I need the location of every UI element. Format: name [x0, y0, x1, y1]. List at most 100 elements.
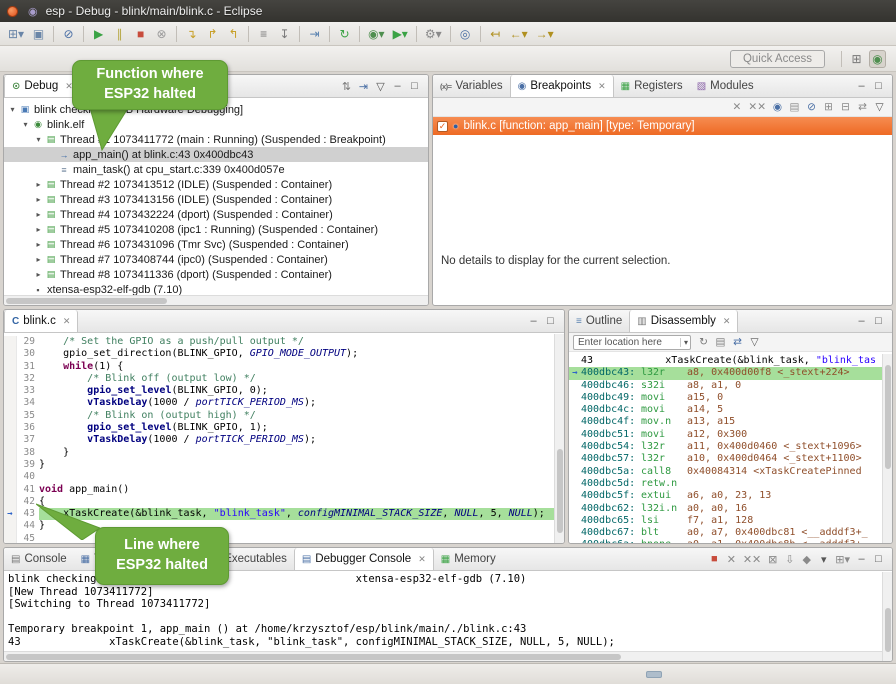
minimize-icon[interactable]: ‒	[854, 550, 869, 568]
code-line[interactable]: 32 /* Blink off (output low) */	[4, 373, 554, 385]
location-input[interactable]: Enter location here ▾	[573, 335, 691, 350]
clear-console-icon[interactable]: ⊠	[765, 550, 780, 568]
resize-grip[interactable]	[646, 671, 662, 678]
expander-icon[interactable]: ▸	[33, 210, 44, 219]
disassembly-vertical-scrollbar[interactable]	[882, 354, 892, 543]
step-return-icon[interactable]: ↰	[225, 25, 242, 43]
expander-icon[interactable]: ▸	[33, 270, 44, 279]
show-breakpoints-supported-icon[interactable]: ◉	[770, 100, 785, 115]
tab-outline[interactable]: ≡Outline	[569, 310, 629, 332]
step-over-icon[interactable]: ↱	[204, 25, 221, 43]
scrollbar-thumb[interactable]	[885, 365, 891, 469]
tab-blink-c[interactable]: Cblink.c✕	[4, 310, 78, 332]
quick-access-button[interactable]: Quick Access	[730, 50, 825, 68]
combo-dropdown-icon[interactable]: ▾	[680, 338, 688, 347]
code-line[interactable]: 31 while(1) {	[4, 361, 554, 373]
code-line[interactable]: 36 gpio_set_level(BLINK_GPIO, 1);	[4, 422, 554, 434]
expander-icon[interactable]: ▾	[33, 135, 44, 144]
skip-all-breakpoints-icon[interactable]: ⊘	[804, 100, 819, 115]
minimize-icon[interactable]: ‒	[854, 77, 869, 95]
tab-disassembly[interactable]: ▥Disassembly✕	[629, 310, 738, 332]
link-with-debug-icon[interactable]: ⇄	[855, 100, 870, 115]
code-line[interactable]: 35 /* Blink on (output high) */	[4, 410, 554, 422]
restart-icon[interactable]: ↻	[336, 25, 353, 43]
save-icon[interactable]: ▣	[30, 25, 47, 43]
maximize-icon[interactable]: □	[871, 312, 886, 330]
expander-icon[interactable]: ▸	[33, 180, 44, 189]
scrollbar-thumb[interactable]	[6, 654, 621, 660]
close-icon[interactable]: ✕	[598, 81, 606, 92]
console-horizontal-scrollbar[interactable]	[4, 651, 882, 661]
tab-modules[interactable]: ▧Modules	[690, 75, 761, 97]
view-menu-icon[interactable]: ▽	[872, 100, 887, 115]
code-line[interactable]: 38 }	[4, 447, 554, 459]
remove-breakpoint-icon[interactable]: ✕	[729, 100, 744, 115]
disassembly-line[interactable]: →400dbc43:l32ra8, 0x400d00f8 <_stext+224…	[569, 367, 882, 379]
collapse-all-icon[interactable]: ⊟	[838, 100, 853, 115]
disassembly-line[interactable]: 400dbc65:lsif7, a1, 128	[569, 515, 882, 527]
expander-icon[interactable]: ▾	[7, 105, 18, 114]
console-vertical-scrollbar[interactable]	[882, 572, 892, 661]
debug-horizontal-scrollbar[interactable]	[4, 295, 428, 305]
tab-memory[interactable]: ▦Memory	[434, 548, 503, 570]
debug-tree-item[interactable]: ▾▤Thread #1 1073411772 (main : Running) …	[4, 132, 428, 147]
debug-tree-item[interactable]: ▸▤Thread #6 1073431096 (Tmr Svc) (Suspen…	[4, 237, 428, 252]
disassembly-line[interactable]: 43 xTaskCreate(&blink_task, "blink_tas	[569, 355, 882, 367]
external-tools-icon[interactable]: ⚙▾	[423, 25, 444, 43]
resume-icon[interactable]: ▶	[90, 25, 107, 43]
debug-icon[interactable]: ◉▾	[366, 25, 387, 43]
close-icon[interactable]: ✕	[723, 316, 731, 327]
disassembly-line[interactable]: 400dbc5f:extuia6, a0, 23, 13	[569, 490, 882, 502]
scrollbar-thumb[interactable]	[557, 449, 563, 533]
disassembly-line[interactable]: 400dbc46:s32ia8, a1, 0	[569, 380, 882, 392]
remove-all-terminated-icon[interactable]: ✕✕	[741, 550, 763, 568]
last-edit-location-icon[interactable]: ↤	[487, 25, 504, 43]
open-perspective-icon[interactable]: ⊞	[848, 50, 865, 68]
window-close-button[interactable]	[7, 6, 18, 17]
show-source-icon[interactable]: ▤	[713, 335, 728, 350]
debug-tree-item[interactable]: ▸▤Thread #5 1073410208 (ipc1 : Running) …	[4, 222, 428, 237]
step-filters-icon[interactable]: ⇥	[356, 77, 371, 95]
code-line[interactable]: 34 vTaskDelay(1000 / portTICK_PERIOD_MS)…	[4, 397, 554, 409]
disassembly-line[interactable]: 400dbc62:l32i.na0, a0, 16	[569, 503, 882, 515]
debug-tree-item[interactable]: ▪xtensa-esp32-elf-gdb (7.10)	[4, 282, 428, 295]
disassembly-line[interactable]: 400dbc54:l32ra11, 0x400d0460 <_stext+109…	[569, 441, 882, 453]
open-console-icon[interactable]: ⊞▾	[833, 550, 852, 568]
code-line[interactable]: 29 /* Set the GPIO as a push/pull output…	[4, 336, 554, 348]
disassembly-line[interactable]: 400dbc4c:movia14, 5	[569, 404, 882, 416]
remove-all-breakpoints-icon[interactable]: ✕✕	[746, 100, 768, 115]
maximize-icon[interactable]: □	[871, 77, 886, 95]
run-icon[interactable]: ▶▾	[391, 25, 410, 43]
debug-tree-item[interactable]: ▸▤Thread #8 1073411336 (dport) (Suspende…	[4, 267, 428, 282]
disassembly-line[interactable]: 400dbc49:movia15, 0	[569, 392, 882, 404]
remove-launch-icon[interactable]: ✕	[724, 550, 739, 568]
view-menu-icon[interactable]: ▽	[747, 335, 762, 350]
terminate-icon[interactable]: ■	[707, 550, 722, 568]
disassembly-line[interactable]: 400dbc67:blta0, a7, 0x400dbc81 <__adddf3…	[569, 527, 882, 539]
disassembly-line[interactable]: 400dbc5a:call80x40084314 <xTaskCreatePin…	[569, 466, 882, 478]
minimize-icon[interactable]: ‒	[854, 312, 869, 330]
tab-debugger-console[interactable]: ▤Debugger Console✕	[294, 548, 434, 570]
expander-icon[interactable]: ▾	[20, 120, 31, 129]
debug-tree-item[interactable]: →app_main() at blink.c:43 0x400dbc43	[4, 147, 428, 162]
code-line[interactable]: 30 gpio_set_direction(BLINK_GPIO, GPIO_M…	[4, 348, 554, 360]
refresh-icon[interactable]: ↻	[696, 335, 711, 350]
debug-tree-item[interactable]: ▸▤Thread #3 1073413156 (IDLE) (Suspended…	[4, 192, 428, 207]
disassembly-listing[interactable]: 43 xTaskCreate(&blink_task, "blink_tas→4…	[569, 354, 882, 543]
minimize-icon[interactable]: ‒	[526, 312, 541, 330]
sync-with-active-context-icon[interactable]: ⇄	[730, 335, 745, 350]
tab-debug[interactable]: ⊙Debug✕	[4, 75, 81, 97]
suspend-icon[interactable]: ∥	[111, 25, 128, 43]
debug-tree-item[interactable]: ▸▤Thread #2 1073413512 (IDLE) (Suspended…	[4, 177, 428, 192]
disassembly-line[interactable]: 400dbc5d:retw.n	[569, 478, 882, 490]
code-line[interactable]: 41void app_main()	[4, 484, 554, 496]
code-line[interactable]: 39}	[4, 459, 554, 471]
view-menu-icon[interactable]: ▽	[373, 77, 388, 95]
instruction-stepping-icon[interactable]: ≡	[255, 25, 272, 43]
new-wizard-icon[interactable]: ⊞▾	[6, 25, 26, 43]
collapse-all-icon[interactable]: ⇅	[339, 77, 354, 95]
tab-console[interactable]: ▤Console	[4, 548, 74, 570]
code-line[interactable]: 33 gpio_set_level(BLINK_GPIO, 0);	[4, 385, 554, 397]
expander-icon[interactable]: ▸	[33, 225, 44, 234]
editor-vertical-scrollbar[interactable]	[554, 334, 564, 543]
